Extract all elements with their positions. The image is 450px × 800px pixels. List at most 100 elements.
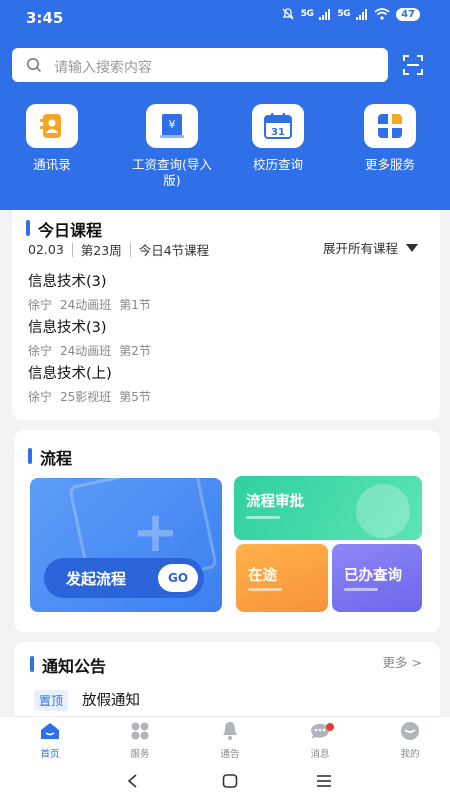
course-period: 第2节 — [119, 344, 151, 358]
notice-card: 通知公告 更多 > 置顶 放假通知 — [14, 642, 440, 722]
course-period: 第5节 — [119, 390, 151, 404]
calendar-icon: 31 — [252, 104, 304, 148]
flow-done-label: 已办查询 — [344, 568, 402, 584]
profile-icon — [401, 722, 419, 740]
course-class: 24动画班 — [60, 298, 112, 312]
quick-action-label: 校历查询 — [252, 157, 303, 172]
signal-label-1: 5G — [300, 9, 314, 19]
course-teacher: 徐宁 — [28, 390, 53, 404]
course-item[interactable]: 信息技术(3) 徐宁 24动画班 第1节 — [28, 270, 151, 313]
contacts-icon — [26, 104, 78, 148]
flow-in-transit-label: 在途 — [248, 568, 277, 584]
bottom-tab-bar: 首页 服务 通告 消息 我的 — [0, 716, 450, 764]
quick-action-calendar[interactable]: 31 校历查询 — [232, 104, 324, 173]
status-bar: 3:45 5G 5G 47 — [0, 0, 450, 36]
search-placeholder: 请输入搜索内容 — [54, 60, 152, 76]
expand-label: 展开所有课程 — [322, 241, 398, 256]
mute-icon — [282, 8, 294, 20]
notice-title: 通知公告 — [42, 657, 107, 676]
courses-count: 今日4节课程 — [138, 243, 210, 258]
course-name: 信息技术(上) — [28, 366, 112, 382]
course-teacher: 徐宁 — [28, 344, 53, 358]
course-name: 信息技术(3) — [28, 274, 107, 290]
status-time: 3:45 — [26, 9, 64, 27]
go-badge: GO — [158, 564, 198, 592]
section-accent-bar — [28, 448, 32, 464]
tab-label: 通告 — [220, 749, 240, 760]
tab-label: 消息 — [310, 749, 330, 760]
search-icon — [27, 58, 42, 73]
home-icon — [41, 723, 59, 739]
back-icon[interactable] — [126, 773, 140, 789]
system-nav-bar — [0, 764, 450, 800]
divider — [129, 242, 131, 257]
unread-badge — [326, 723, 334, 731]
courses-week: 第23周 — [80, 243, 122, 258]
wifi-icon — [374, 8, 390, 20]
pinned-badge: 置顶 — [34, 690, 69, 711]
quick-action-salary[interactable]: ¥ 工资查询(导入版) — [126, 104, 218, 189]
flow-card: 流程 + 发起流程 GO 流程审批 在途 已办查询 — [14, 430, 440, 632]
tab-label: 首页 — [40, 749, 60, 760]
section-accent-bar — [26, 220, 30, 236]
course-teacher: 徐宁 — [28, 298, 53, 312]
recents-icon[interactable] — [316, 773, 332, 789]
tab-announcements[interactable]: 通告 — [200, 721, 260, 760]
flow-done-tile[interactable]: 已办查询 — [332, 544, 422, 612]
flow-title: 流程 — [40, 449, 73, 468]
tab-home[interactable]: 首页 — [20, 721, 80, 760]
tab-profile[interactable]: 我的 — [380, 721, 440, 760]
tab-services[interactable]: 服务 — [110, 721, 170, 760]
tab-label: 我的 — [400, 749, 420, 760]
course-item[interactable]: 信息技术(3) 徐宁 24动画班 第2节 — [28, 316, 151, 359]
notice-more-link[interactable]: 更多 > — [383, 652, 422, 671]
signal-icon-2 — [356, 8, 368, 20]
start-flow-button[interactable]: 发起流程 GO — [44, 558, 204, 598]
svg-text:¥: ¥ — [169, 118, 176, 131]
stamp-icon — [356, 484, 410, 538]
calendar-day: 31 — [271, 127, 285, 138]
flow-in-transit-tile[interactable]: 在途 — [236, 544, 328, 612]
tab-messages[interactable]: 消息 — [290, 721, 350, 760]
search-input[interactable]: 请输入搜索内容 — [12, 48, 388, 82]
quick-action-label: 工资查询(导入版) — [132, 157, 212, 188]
courses-title: 今日课程 — [38, 221, 103, 240]
signal-icon — [319, 8, 331, 20]
battery-level: 47 — [396, 7, 420, 21]
courses-meta: 02.03 第23周 今日4节课程 — [28, 240, 209, 259]
courses-date: 02.03 — [28, 242, 64, 257]
quick-action-contacts[interactable]: 通讯录 — [6, 104, 98, 173]
course-period: 第1节 — [119, 298, 151, 312]
scan-icon[interactable] — [402, 54, 424, 76]
signal-label-2: 5G — [337, 9, 351, 19]
home-nav-icon[interactable] — [222, 773, 238, 789]
course-name: 信息技术(3) — [28, 320, 107, 336]
tile-underline — [246, 516, 280, 519]
course-item[interactable]: 信息技术(上) 徐宁 25影视班 第5节 — [28, 362, 151, 405]
divider — [71, 242, 73, 257]
notice-item[interactable]: 放假通知 — [82, 689, 140, 710]
status-icons: 5G 5G 47 — [281, 7, 420, 21]
quick-action-label: 通讯录 — [33, 157, 71, 172]
bell-icon — [223, 722, 237, 740]
tab-label: 服务 — [130, 749, 150, 760]
start-flow-label: 发起流程 — [66, 569, 127, 588]
more-services-icon — [364, 104, 416, 148]
tile-underline — [344, 588, 378, 591]
services-icon — [131, 722, 149, 740]
plus-icon: + — [132, 500, 179, 565]
today-courses-card: 今日课程 02.03 第23周 今日4节课程 展开所有课程 信息技术(3) 徐宁… — [12, 210, 440, 420]
flow-approval-tile[interactable]: 流程审批 — [234, 476, 422, 540]
start-flow-tile[interactable]: + 发起流程 GO — [30, 478, 222, 612]
tile-underline — [248, 588, 282, 591]
course-details: 徐宁 25影视班 第5节 — [28, 388, 151, 405]
course-class: 25影视班 — [60, 390, 112, 404]
salary-icon: ¥ — [146, 104, 198, 148]
course-class: 24动画班 — [60, 344, 112, 358]
flow-approval-label: 流程审批 — [246, 494, 304, 510]
quick-action-more[interactable]: 更多服务 — [344, 104, 436, 173]
course-details: 徐宁 24动画班 第1节 — [28, 296, 151, 313]
expand-all-courses-button[interactable]: 展开所有课程 — [323, 238, 418, 257]
quick-action-label: 更多服务 — [364, 157, 415, 172]
section-accent-bar — [30, 656, 34, 672]
